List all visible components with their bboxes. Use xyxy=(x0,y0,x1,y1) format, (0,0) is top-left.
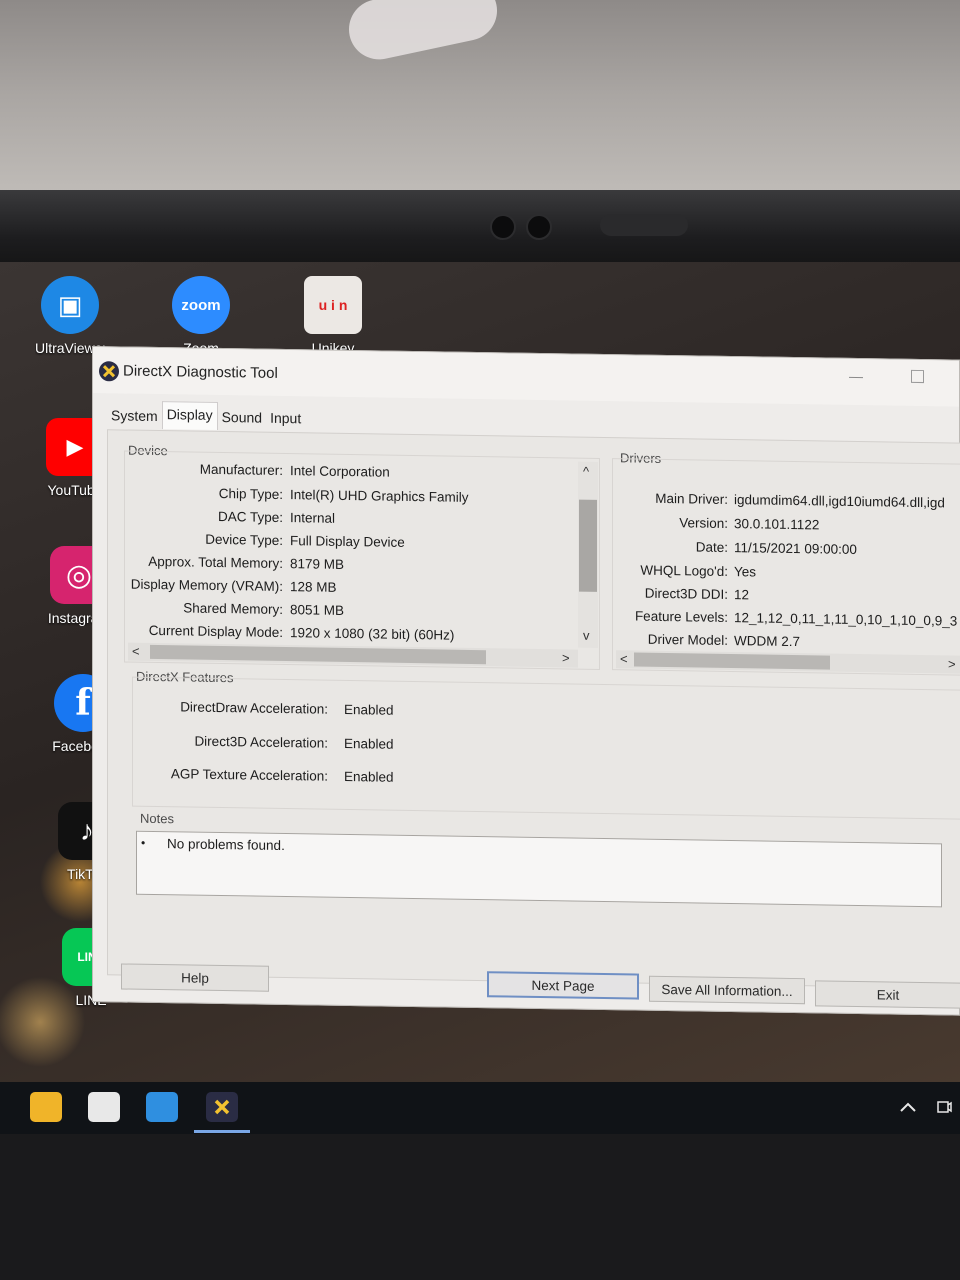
webcam-privacy-slider xyxy=(600,214,688,236)
device-key: Chip Type: xyxy=(218,485,283,503)
device-vertical-scrollbar[interactable]: ^ v xyxy=(578,461,598,648)
desktop-icon-unikey[interactable]: u i n Unikey xyxy=(298,276,368,356)
save-all-information-button[interactable]: Save All Information... xyxy=(649,975,805,1005)
drivers-key: Feature Levels: xyxy=(634,608,728,625)
ultraviewer-icon: ▣ xyxy=(41,276,99,334)
desktop-icon-ultraviewer[interactable]: ▣ UltraViewer xyxy=(35,276,105,356)
device-key: Device Type: xyxy=(205,531,283,549)
drivers-value: WDDM 2.7 xyxy=(734,633,801,650)
help-button[interactable]: Help xyxy=(121,963,269,992)
desktop-icon-zoom[interactable]: zoom Zoom xyxy=(166,276,236,356)
scroll-left-arrow-icon[interactable]: < xyxy=(620,651,628,666)
scrollbar-thumb[interactable] xyxy=(579,499,597,592)
laptop-lower-body xyxy=(0,1134,960,1280)
device-value: 8051 MB xyxy=(290,602,345,618)
active-app-indicator xyxy=(194,1130,250,1133)
webcam-sensor xyxy=(490,214,516,240)
notes-box[interactable]: • No problems found. xyxy=(136,830,942,908)
device-value: Intel Corporation xyxy=(290,463,390,480)
drivers-key: Main Driver: xyxy=(655,490,728,507)
feature-value: Enabled xyxy=(344,735,394,752)
drivers-value: 12 xyxy=(734,587,750,603)
device-value: Intel(R) UHD Graphics Family xyxy=(290,487,469,505)
next-page-button[interactable]: Next Page xyxy=(487,971,639,1000)
scrollbar-thumb[interactable] xyxy=(150,644,486,665)
tab-sound[interactable]: Sound xyxy=(218,405,266,430)
device-key: DAC Type: xyxy=(217,508,283,526)
directx-taskbar-icon[interactable] xyxy=(206,1092,238,1122)
unikey-icon: u i n xyxy=(304,276,362,334)
drivers-key: Date: xyxy=(695,539,728,555)
maximize-button[interactable] xyxy=(911,369,924,384)
webcam-lens xyxy=(526,214,552,240)
laptop-bezel xyxy=(0,190,960,270)
device-value: 8179 MB xyxy=(290,556,345,572)
feature-value: Enabled xyxy=(344,701,394,718)
drivers-key: Driver Model: xyxy=(647,631,728,648)
device-value: Full Display Device xyxy=(290,533,405,550)
tab-strip: System Display Sound Input xyxy=(107,401,305,432)
scrollbar-thumb[interactable] xyxy=(634,652,830,670)
exit-button[interactable]: Exit xyxy=(815,980,960,1009)
scroll-right-arrow-icon[interactable]: > xyxy=(562,650,570,665)
taskbar xyxy=(0,1082,960,1134)
display-panel: Device Manufacturer: Intel Corporation C… xyxy=(107,429,960,989)
directx-icon xyxy=(99,361,119,382)
drivers-value: 12_1,12_0,11_1,11_0,10_1,10_0,9_3 xyxy=(734,610,958,629)
device-value: Internal xyxy=(290,510,336,526)
device-key: Shared Memory: xyxy=(183,600,283,618)
feature-key: DirectDraw Acceleration: xyxy=(180,699,328,717)
tab-display[interactable]: Display xyxy=(161,401,218,430)
feature-key: AGP Texture Acceleration: xyxy=(170,766,328,784)
drivers-value: Yes xyxy=(734,564,757,580)
microsoft-store-icon[interactable] xyxy=(88,1092,120,1122)
bullet-icon: • xyxy=(141,835,146,850)
drivers-value: 11/15/2021 09:00:00 xyxy=(734,540,857,558)
note-item: No problems found. xyxy=(167,836,285,854)
scroll-right-arrow-icon[interactable]: > xyxy=(948,656,956,671)
feature-key: Direct3D Acceleration: xyxy=(194,733,328,751)
drivers-value: 30.0.101.1122 xyxy=(734,516,820,533)
drivers-key: WHQL Logo'd: xyxy=(640,562,728,579)
meet-now-icon[interactable] xyxy=(930,1092,958,1122)
scroll-down-arrow-icon[interactable]: v xyxy=(583,628,590,643)
device-key: Approx. Total Memory: xyxy=(148,553,283,572)
drivers-key: Direct3D DDI: xyxy=(644,585,728,602)
device-key: Manufacturer: xyxy=(199,461,283,479)
device-key: Current Display Mode: xyxy=(148,622,283,641)
device-key: Display Memory (VRAM): xyxy=(130,576,283,595)
minimize-button[interactable] xyxy=(849,376,863,379)
scroll-left-arrow-icon[interactable]: < xyxy=(132,644,140,659)
zoom-icon: zoom xyxy=(172,276,230,334)
directx-diagnostic-window: DirectX Diagnostic Tool System Display S… xyxy=(92,346,960,1016)
notes-title: Notes xyxy=(140,810,174,827)
file-explorer-icon[interactable] xyxy=(30,1092,62,1122)
drivers-value: igdumdim64.dll,igd10iumd64.dll,igd xyxy=(734,492,945,511)
mail-icon[interactable] xyxy=(146,1092,178,1122)
device-value: 128 MB xyxy=(290,579,337,595)
chevron-up-icon[interactable] xyxy=(892,1092,924,1122)
device-value: 1920 x 1080 (32 bit) (60Hz) xyxy=(290,625,455,643)
scroll-up-arrow-icon[interactable]: ^ xyxy=(583,464,589,479)
window-title: DirectX Diagnostic Tool xyxy=(123,362,278,382)
tab-input[interactable]: Input xyxy=(266,406,305,431)
drivers-key: Version: xyxy=(679,515,728,531)
tab-system[interactable]: System xyxy=(107,403,162,428)
feature-value: Enabled xyxy=(344,768,394,785)
